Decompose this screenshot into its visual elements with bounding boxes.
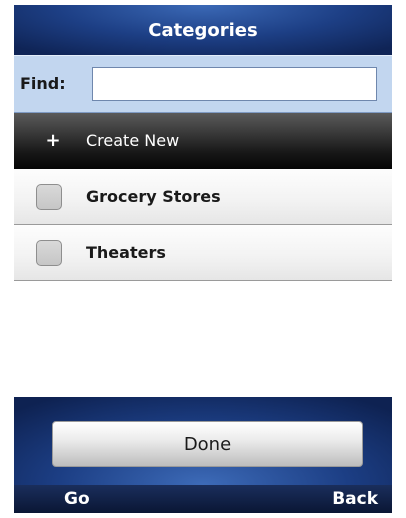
list-item-theaters[interactable]: Theaters bbox=[14, 225, 392, 281]
page-title: Categories bbox=[148, 19, 258, 41]
plus-icon: + bbox=[45, 130, 61, 151]
softkey-bar: Go Back bbox=[14, 485, 392, 513]
done-button[interactable]: Done bbox=[52, 421, 363, 467]
create-new-button[interactable]: + Create New bbox=[14, 113, 392, 169]
list-item-label: Grocery Stores bbox=[86, 187, 221, 206]
create-new-label: Create New bbox=[86, 131, 180, 150]
list-item-grocery-stores[interactable]: Grocery Stores bbox=[14, 169, 392, 225]
back-softkey[interactable]: Back bbox=[332, 489, 378, 509]
list-item-label: Theaters bbox=[86, 243, 166, 262]
find-label: Find: bbox=[20, 74, 66, 93]
app-frame: Categories Find: + Create New Grocery St… bbox=[14, 5, 392, 513]
checkbox[interactable] bbox=[36, 240, 62, 266]
find-input[interactable] bbox=[92, 67, 377, 101]
find-bar: Find: bbox=[14, 55, 392, 113]
checkbox[interactable] bbox=[36, 184, 62, 210]
go-softkey[interactable]: Go bbox=[64, 489, 90, 509]
action-panel: Done bbox=[14, 397, 392, 485]
title-bar: Categories bbox=[14, 5, 392, 55]
category-list: Grocery Stores Theaters bbox=[14, 169, 392, 397]
